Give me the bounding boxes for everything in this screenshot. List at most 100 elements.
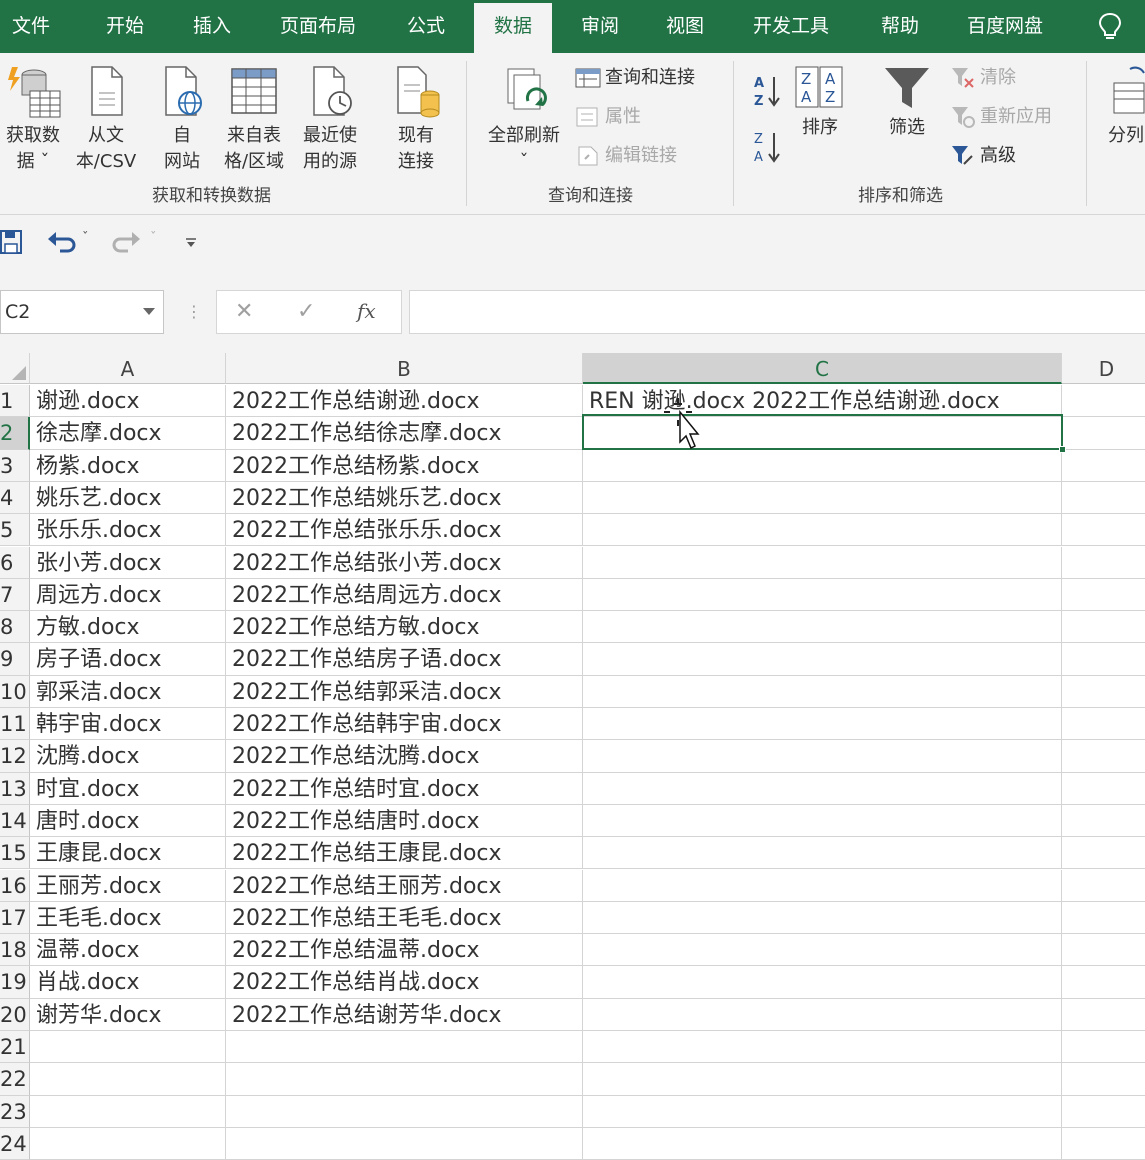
filter-button[interactable]: 筛选 — [876, 65, 938, 141]
cell-b[interactable]: 2022工作总结肖战.docx — [226, 966, 583, 999]
row-header[interactable]: 23 — [0, 1095, 30, 1128]
lightbulb-icon[interactable] — [1097, 12, 1123, 42]
cell-a[interactable] — [30, 1031, 226, 1064]
customize-qat-icon[interactable] — [185, 237, 197, 249]
cell-d[interactable] — [1062, 1063, 1145, 1096]
tab-baidu-netdisk[interactable]: 百度网盘 — [965, 0, 1045, 53]
cell-b[interactable]: 2022工作总结姚乐艺.docx — [226, 481, 583, 515]
row-header[interactable]: 8 — [0, 611, 30, 644]
clear-filter-button[interactable]: 清除 — [950, 63, 1016, 93]
cell-b[interactable]: 2022工作总结谢逊.docx — [226, 385, 583, 418]
column-header-a[interactable]: A — [30, 353, 226, 384]
cell-c[interactable] — [583, 1095, 1062, 1128]
cell-b[interactable]: 2022工作总结张小芳.docx — [226, 546, 583, 579]
tab-file[interactable]: 文件 — [10, 0, 52, 53]
tab-home[interactable]: 开始 — [104, 0, 146, 53]
cell-d[interactable] — [1062, 385, 1145, 418]
row-header[interactable]: 10 — [0, 675, 30, 708]
recent-sources-button[interactable]: 最近使 用的源 — [294, 63, 366, 175]
cell-a[interactable]: 王康昆.docx — [30, 837, 226, 870]
tab-review[interactable]: 审阅 — [579, 0, 621, 53]
cell-b[interactable]: 2022工作总结时宜.docx — [226, 772, 583, 805]
cell-a[interactable]: 唐时.docx — [30, 804, 226, 838]
text-to-columns-button[interactable]: 分列 — [1108, 63, 1145, 149]
column-header-c[interactable]: C — [583, 353, 1062, 384]
cell-d[interactable] — [1062, 547, 1145, 579]
cell-c[interactable] — [583, 546, 1062, 579]
cell-b[interactable]: 2022工作总结杨紫.docx — [226, 449, 583, 482]
cell-d[interactable] — [1062, 514, 1145, 547]
row-header[interactable]: 21 — [0, 1031, 30, 1064]
cell-a[interactable]: 郭采洁.docx — [30, 675, 226, 708]
cell-d[interactable] — [1062, 611, 1145, 644]
cell-d[interactable] — [1062, 902, 1145, 935]
cell-b[interactable]: 2022工作总结周远方.docx — [226, 578, 583, 612]
row-header[interactable]: 22 — [0, 1063, 30, 1096]
tab-insert[interactable]: 插入 — [191, 0, 233, 53]
reapply-button[interactable]: 重新应用 — [950, 102, 1052, 132]
cell-c[interactable] — [583, 708, 1062, 741]
refresh-all-button[interactable]: 全部刷新 ˇ — [480, 63, 568, 175]
cell-a[interactable]: 王毛毛.docx — [30, 901, 226, 935]
cell-c[interactable] — [583, 1127, 1062, 1160]
cell-d[interactable] — [1062, 482, 1145, 515]
name-box[interactable]: C2 — [0, 290, 164, 334]
cell-a[interactable]: 杨紫.docx — [30, 449, 226, 482]
tab-formulas[interactable]: 公式 — [405, 0, 447, 53]
cell-b[interactable]: 2022工作总结房子语.docx — [226, 643, 583, 676]
row-header[interactable]: 3 — [0, 449, 30, 482]
cell-c[interactable] — [583, 611, 1062, 644]
sort-button[interactable]: Z A A Z 排序 — [792, 65, 848, 141]
cell-a[interactable] — [30, 1127, 226, 1160]
insert-function-icon[interactable]: fx — [357, 299, 376, 323]
queries-connections-button[interactable]: 查询和连接 — [575, 63, 695, 93]
cell-c[interactable] — [583, 804, 1062, 838]
cell-d[interactable] — [1062, 934, 1145, 967]
from-text-csv-button[interactable]: 从文 本/CSV — [70, 63, 142, 175]
cell-a[interactable]: 沈腾.docx — [30, 740, 226, 773]
cell-b[interactable]: 2022工作总结韩宇宙.docx — [226, 708, 583, 741]
sort-ascending-button[interactable]: A Z — [752, 73, 786, 109]
cell-b[interactable]: 2022工作总结王丽芳.docx — [226, 869, 583, 902]
resize-handle[interactable]: ⋮ — [186, 302, 202, 321]
tab-view[interactable]: 视图 — [664, 0, 706, 53]
cell-a[interactable]: 谢芳华.docx — [30, 998, 226, 1031]
cell-a[interactable]: 徐志摩.docx — [30, 417, 226, 450]
select-all-button[interactable] — [0, 353, 30, 384]
cell-c[interactable] — [583, 643, 1062, 676]
cell-d[interactable] — [1062, 676, 1145, 708]
cell-b[interactable]: 2022工作总结徐志摩.docx — [226, 417, 583, 450]
row-header[interactable]: 7 — [0, 578, 30, 612]
cell-a[interactable]: 张小芳.docx — [30, 546, 226, 579]
tab-developer[interactable]: 开发工具 — [751, 0, 831, 53]
cell-a[interactable]: 时宜.docx — [30, 772, 226, 805]
row-header[interactable]: 6 — [0, 546, 30, 579]
enter-check-icon[interactable]: ✓ — [297, 299, 315, 324]
row-header[interactable]: 14 — [0, 804, 30, 838]
cell-b[interactable]: 2022工作总结张乐乐.docx — [226, 514, 583, 547]
cell-d[interactable] — [1062, 417, 1145, 450]
cell-b[interactable] — [226, 1095, 583, 1128]
cell-d[interactable] — [1062, 773, 1145, 805]
undo-dropdown-icon[interactable]: ˇ — [82, 231, 89, 246]
cell-a[interactable] — [30, 1063, 226, 1096]
row-header[interactable]: 16 — [0, 869, 30, 902]
cell-a[interactable]: 方敏.docx — [30, 611, 226, 644]
cell-b[interactable] — [226, 1031, 583, 1064]
save-icon[interactable] — [0, 229, 24, 255]
cell-c[interactable] — [583, 514, 1062, 547]
cell-c[interactable] — [583, 869, 1062, 902]
cell-c[interactable] — [583, 1031, 1062, 1064]
column-header-d[interactable]: D — [1062, 353, 1145, 384]
row-header[interactable]: 15 — [0, 837, 30, 870]
cell-a[interactable]: 韩宇宙.docx — [30, 708, 226, 741]
undo-icon[interactable] — [46, 229, 76, 255]
cell-d[interactable] — [1062, 1096, 1145, 1128]
cell-c[interactable] — [583, 449, 1062, 482]
cell-b[interactable]: 2022工作总结谢芳华.docx — [226, 998, 583, 1031]
cell-d[interactable] — [1062, 1031, 1145, 1064]
redo-icon[interactable] — [112, 229, 142, 255]
from-table-range-button[interactable]: 来自表 格/区域 — [218, 63, 290, 175]
cell-b[interactable] — [226, 1063, 583, 1096]
cell-c[interactable] — [583, 901, 1062, 935]
